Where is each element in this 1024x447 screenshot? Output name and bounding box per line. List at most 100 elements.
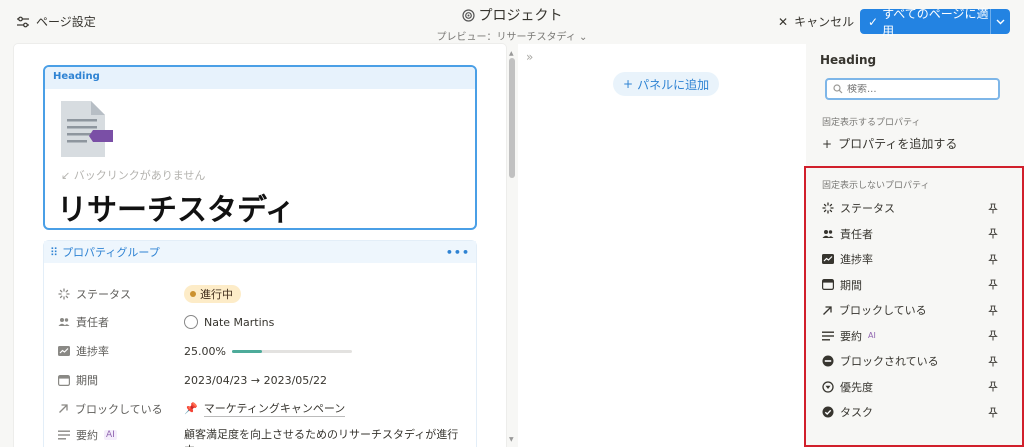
preview-scrollbar[interactable]: ▲ ▼: [507, 50, 517, 447]
pin-icon[interactable]: [988, 228, 998, 239]
page-preview: Heading ↙ バックリンクがありません リサーチスタディ ⠿ プロパティグ…: [14, 44, 506, 447]
pin-icon[interactable]: [988, 304, 998, 316]
scroll-up-icon[interactable]: ▲: [509, 50, 514, 57]
database-name: プロジェクト: [478, 8, 563, 24]
property-row-period[interactable]: 期間 2023/04/23 → 2023/05/22: [58, 372, 327, 388]
sidebar-property-item[interactable]: ブロックされている: [822, 352, 998, 370]
unpinned-section-label: 固定表示しないプロパティ: [822, 181, 930, 191]
chevron-down-icon: ⌄: [579, 32, 588, 43]
document-icon: [57, 99, 113, 159]
page-title: リサーチスタディ: [57, 193, 295, 228]
property-row-assignee[interactable]: 責任者 Nate Martins: [58, 314, 274, 330]
text-lines-icon: [58, 430, 70, 440]
status-icon: [58, 288, 70, 300]
sidebar-property-item[interactable]: 要約 AI: [822, 327, 998, 345]
apply-label: すべてのページに適用: [882, 6, 989, 38]
progress-icon: [58, 346, 70, 356]
add-property-label: プロパティを追加する: [838, 137, 958, 151]
blocking-link[interactable]: マーケティングキャンペーン: [203, 400, 346, 417]
property-group-label: プロパティグループ: [62, 246, 160, 259]
progress-bar-fill: [231, 349, 262, 353]
property-name: 進捗率: [76, 345, 109, 358]
plus-icon: +: [822, 136, 833, 151]
double-chevron-right-icon[interactable]: »: [526, 50, 533, 64]
check-icon: ✓: [868, 14, 879, 29]
heading-block[interactable]: Heading ↙ バックリンクがありません リサーチスタディ: [43, 65, 477, 230]
property-name: 期間: [76, 374, 98, 387]
sidebar-property-item[interactable]: ステータス: [822, 199, 998, 217]
property-name: 要約: [76, 429, 98, 442]
sidebar-property-item[interactable]: 優先度: [822, 378, 998, 396]
property-name: 責任者: [76, 316, 109, 329]
sidebar-property-label: ブロックされている: [840, 355, 939, 368]
arrow-up-right-icon: [822, 305, 833, 316]
progress-icon: [822, 254, 834, 264]
top-bar: ページ設定 プロジェクト プレビュー：リサーチスタディ ⌄ ✕ キャンセル ✓ …: [0, 0, 1024, 44]
property-row-blocking[interactable]: ブロックしている 📌 マーケティングキャンペーン: [58, 400, 346, 417]
status-icon: [822, 202, 834, 214]
pin-icon[interactable]: [988, 381, 998, 392]
scroll-down-icon[interactable]: ▼: [509, 436, 514, 443]
search-box[interactable]: [825, 78, 1000, 100]
plus-icon: +: [623, 77, 634, 91]
sidebar-property-label: 進捗率: [840, 253, 873, 266]
pin-icon[interactable]: [988, 330, 998, 341]
apply-all-button[interactable]: ✓ すべてのページに適用: [860, 7, 1010, 38]
calendar-icon: [58, 374, 70, 386]
arrow-up-right-icon: [58, 403, 69, 414]
sidebar-property-item[interactable]: 進捗率: [822, 250, 998, 268]
chevron-down-icon: [996, 19, 1005, 25]
avatar: [184, 315, 198, 329]
cancel-button[interactable]: ✕ キャンセル: [778, 13, 854, 30]
progress-value: 25.00%: [184, 344, 226, 358]
drag-handle-icon[interactable]: ⠿: [50, 246, 58, 259]
add-panel-label: パネルに追加: [637, 77, 710, 92]
blocked-icon: [822, 355, 834, 367]
heading-block-label: Heading: [45, 67, 475, 89]
sidebar-property-item[interactable]: ブロックしている: [822, 301, 998, 319]
side-panel-area: » + パネルに追加: [518, 44, 806, 447]
priority-icon: [822, 380, 834, 393]
search-icon: [833, 84, 843, 94]
calendar-icon: [822, 279, 834, 290]
scrollbar-thumb[interactable]: [509, 58, 515, 178]
pin-icon[interactable]: [988, 355, 998, 367]
sidebar-property-label: 要約: [840, 329, 862, 343]
arrow-down-left-icon: ↙: [61, 169, 71, 182]
sidebar-property-item[interactable]: 責任者: [822, 225, 998, 243]
sidebar-property-item[interactable]: 期間: [822, 276, 998, 294]
people-icon: [822, 229, 834, 239]
property-group[interactable]: ⠿ プロパティグループ ••• ステータス 進行中 責任者 Nate Marti…: [43, 240, 477, 447]
progress-bar: [231, 349, 352, 353]
sidebar-property-label: 責任者: [840, 227, 873, 241]
backlink-notice: ↙ バックリンクがありません: [61, 167, 205, 183]
add-panel-button[interactable]: + パネルに追加: [613, 72, 720, 96]
more-icon[interactable]: •••: [446, 246, 470, 259]
pinned-section-label: 固定表示するプロパティ: [822, 118, 921, 128]
period-value: 2023/04/23 → 2023/05/22: [184, 373, 328, 387]
properties-sidebar: Heading 固定表示するプロパティ + プロパティを追加する 固定表示しない…: [804, 44, 1024, 447]
target-icon: [461, 8, 475, 22]
status-badge[interactable]: 進行中: [184, 285, 241, 303]
property-row-progress[interactable]: 進捗率 25.00%: [58, 343, 352, 359]
apply-options-chevron[interactable]: [990, 9, 1010, 34]
pin-icon[interactable]: [988, 253, 998, 265]
sidebar-property-label: ブロックしている: [839, 304, 927, 317]
pin-icon[interactable]: [988, 279, 998, 290]
assignee-value: Nate Martins: [204, 315, 275, 329]
people-icon: [58, 317, 70, 327]
pin-icon[interactable]: [988, 406, 998, 418]
summary-value: 顧客満足度を向上させるためのリサーチスタディが進行中: [184, 428, 459, 447]
text-lines-icon: [822, 331, 834, 341]
status-value: 進行中: [200, 288, 233, 301]
add-property-button[interactable]: + プロパティを追加する: [822, 135, 957, 152]
property-row-summary[interactable]: 要約 AI 顧客満足度を向上させるためのリサーチスタディが進行中: [58, 427, 464, 447]
ai-badge: AI: [104, 430, 117, 440]
cancel-label: キャンセル: [794, 15, 855, 29]
sidebar-property-label: タスク: [840, 406, 873, 419]
search-input[interactable]: [847, 83, 987, 95]
sidebar-property-item[interactable]: タスク: [822, 403, 998, 421]
pin-icon[interactable]: [988, 202, 998, 214]
property-row-status[interactable]: ステータス 進行中: [58, 285, 241, 303]
sidebar-property-label: 優先度: [840, 380, 873, 394]
